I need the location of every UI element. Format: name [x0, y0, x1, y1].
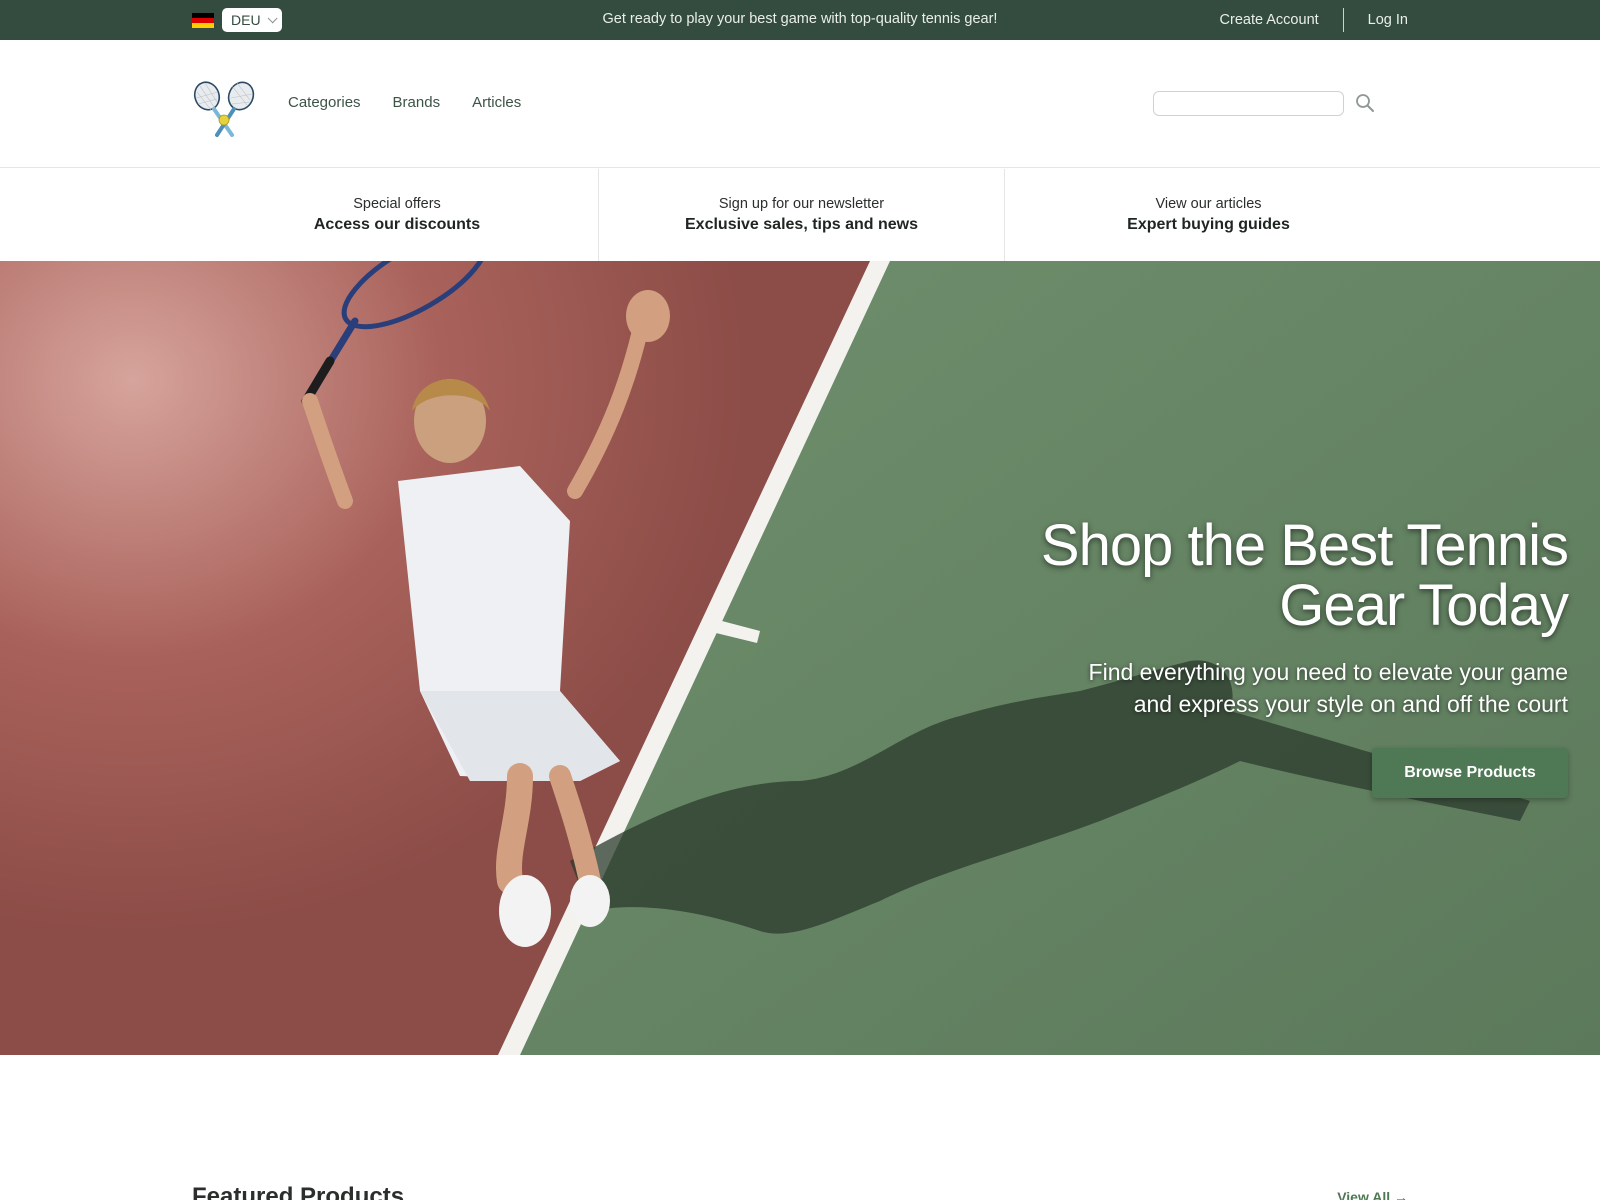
top-announcement-bar: DEU Get ready to play your best game wit…	[0, 0, 1600, 40]
hero-banner: Shop the Best Tennis Gear Today Find eve…	[0, 261, 1600, 1055]
feature-strip: Special offers Access our discounts Sign…	[0, 169, 1600, 261]
search-icon[interactable]	[1354, 93, 1376, 115]
feature-main: Expert buying guides	[1127, 216, 1290, 233]
view-all-link[interactable]: View All →	[1337, 1189, 1408, 1200]
feature-articles[interactable]: View our articles Expert buying guides	[1004, 169, 1600, 261]
hero-subtitle-line2: and express your style on and off the co…	[1133, 691, 1568, 717]
hero-title: Shop the Best Tennis Gear Today	[868, 513, 1569, 638]
feature-sub: Sign up for our newsletter	[718, 196, 885, 212]
nav-brands[interactable]: Brands	[393, 94, 441, 111]
feature-newsletter[interactable]: Sign up for our newsletter Exclusive sal…	[598, 169, 1004, 261]
search-input[interactable]	[1153, 91, 1344, 116]
nav-categories[interactable]: Categories	[288, 94, 361, 111]
feature-sub: View our articles	[1155, 196, 1262, 212]
feature-main: Access our discounts	[313, 216, 481, 233]
hero-text: Shop the Best Tennis Gear Today Find eve…	[868, 513, 1569, 720]
log-in-link[interactable]: Log In	[1368, 12, 1408, 28]
hero-title-line1: Shop the Best Tennis	[1040, 513, 1569, 578]
create-account-link[interactable]: Create Account	[1220, 12, 1319, 28]
hero-title-line2: Gear Today	[1279, 573, 1569, 638]
nav-articles[interactable]: Articles	[472, 94, 521, 111]
browse-products-button[interactable]: Browse Products	[1372, 748, 1568, 798]
account-links: Create Account Log In	[1220, 0, 1408, 40]
site-header: Categories Brands Articles	[0, 40, 1600, 168]
feature-special-offers[interactable]: Special offers Access our discounts	[0, 169, 598, 261]
main-nav: Categories Brands Articles	[288, 94, 521, 111]
feature-sub: Special offers	[353, 196, 441, 212]
featured-products-title: Featured Products	[192, 1183, 405, 1200]
hero-subtitle: Find everything you need to elevate your…	[868, 656, 1568, 720]
divider	[1342, 8, 1344, 32]
hero-subtitle-line1: Find everything you need to elevate your…	[1088, 659, 1568, 685]
logo-crossed-rackets-icon[interactable]	[192, 80, 256, 138]
feature-main: Exclusive sales, tips and news	[685, 216, 918, 233]
search-form	[1153, 91, 1376, 116]
